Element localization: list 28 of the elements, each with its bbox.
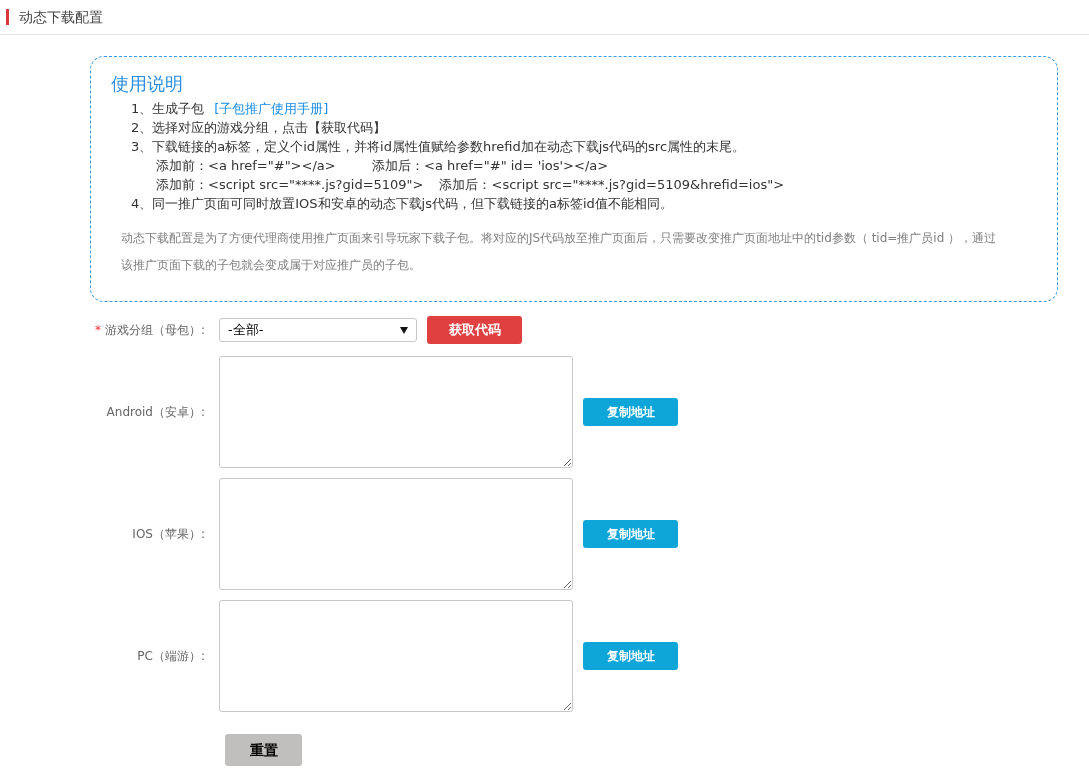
example-before: 添加前：<script src="****.js?gid=5109"> [156,176,424,194]
header-accent-bar [6,9,9,25]
code-textarea[interactable] [219,356,573,468]
instruction-step: 1、生成子包 [131,99,205,118]
group-select[interactable]: -全部- [219,318,417,342]
code-textarea[interactable] [219,600,573,712]
copy-address-button[interactable]: 复制地址 [583,520,678,548]
example-before: 添加前：<a href="#"></a> [156,157,337,175]
dropdown-caret-icon [400,326,408,334]
instructions-note: 动态下载配置是为了方便代理商使用推广页面来引导玩家下载子包。将对应的JS代码放至推广页面后，只需要改变推广页面地址中的tid参数（ tid=推广员id ），通过该推广页面下载的子包就会变成属于对应推广员的子包。 [121,230,998,274]
required-asterisk: * [94,322,101,339]
instruction-step: 2、选择对应的游戏分组，点击【获取代码】 [131,118,387,137]
copy-address-button[interactable]: 复制地址 [583,398,678,426]
example-after: 添加后：<script src="****.js?gid=5109&hrefid=ios"> [439,176,785,194]
field-label: PC（端游）: [137,648,205,665]
reset-button[interactable]: 重置 [225,734,302,766]
copy-address-button[interactable]: 复制地址 [583,642,678,670]
instruction-step: 4、同一推广页面可同时放置IOS和安卓的动态下载js代码，但下载链接的a标签id值不能相同。 [131,194,673,213]
field-label: Android（安卓）: [106,404,205,421]
field-label: IOS（苹果）: [132,526,205,543]
get-code-button[interactable]: 获取代码 [427,316,522,344]
instructions-title: 使用说明 [111,72,184,96]
instruction-step: 3、下载链接的a标签，定义个id属性，并将id属性值赋给参数hrefid加在动态下载js代码的src属性的末尾。 [131,137,746,156]
example-after: 添加后：<a href="#" id= 'ios'></a> [372,157,609,175]
field-label: 游戏分组（母包）: [104,322,205,339]
page-title: 动态下载配置 [19,7,103,27]
manual-link[interactable]: [子包推广使用手册] [214,99,329,118]
code-textarea[interactable] [219,478,573,590]
